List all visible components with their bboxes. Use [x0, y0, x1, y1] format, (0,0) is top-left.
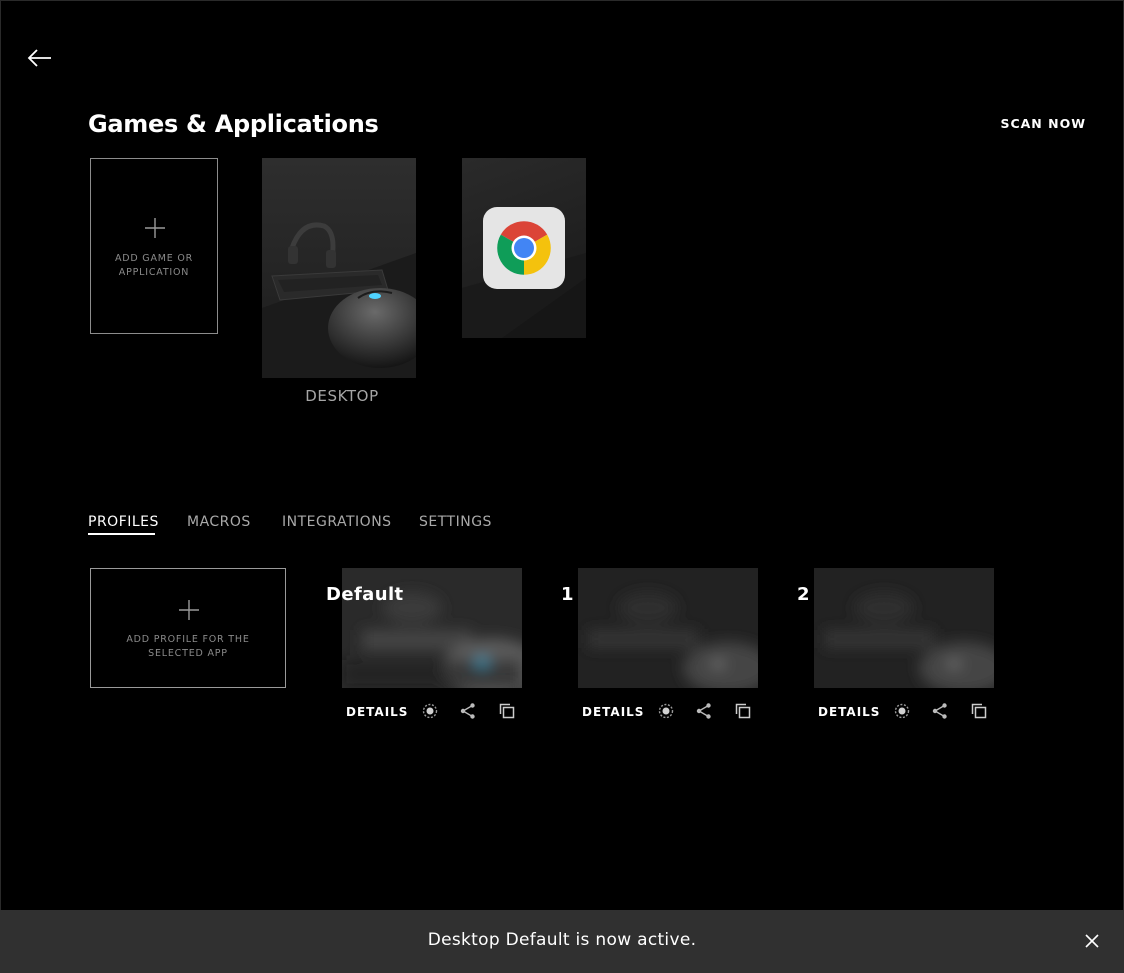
persistent-profile-button-1[interactable]: [657, 702, 675, 720]
notification-close-button[interactable]: [1082, 931, 1102, 951]
tab-profiles[interactable]: PROFILES: [88, 514, 159, 530]
persistent-profile-icon: [658, 703, 674, 719]
share-button-default[interactable]: [459, 702, 477, 720]
tab-macros[interactable]: MACROS: [187, 514, 251, 530]
add-game-button[interactable]: ADD GAME OR APPLICATION: [90, 158, 218, 334]
persistent-profile-button-2[interactable]: [893, 702, 911, 720]
share-icon: [932, 703, 947, 719]
share-button-1[interactable]: [695, 702, 713, 720]
chrome-icon: [497, 221, 551, 275]
persistent-profile-button-default[interactable]: [421, 702, 439, 720]
page-title: Games & Applications: [88, 110, 379, 138]
tab-integrations[interactable]: INTEGRATIONS: [282, 514, 392, 530]
add-profile-label: ADD PROFILE FOR THE SELECTED APP: [126, 634, 250, 659]
scan-now-button[interactable]: SCAN NOW: [1000, 116, 1086, 131]
tab-settings[interactable]: SETTINGS: [419, 514, 492, 530]
back-button[interactable]: [24, 44, 54, 72]
arrow-left-icon: [27, 49, 51, 67]
duplicate-icon: [735, 703, 751, 719]
share-icon: [696, 703, 711, 719]
profile-preview-image: [578, 568, 758, 688]
close-icon: [1085, 934, 1099, 948]
details-button-default[interactable]: DETAILS: [346, 705, 408, 719]
details-button-2[interactable]: DETAILS: [818, 705, 880, 719]
duplicate-icon: [971, 703, 987, 719]
game-tile-label-desktop: DESKTOP: [305, 387, 379, 405]
add-game-label: ADD GAME OR APPLICATION: [114, 253, 194, 278]
game-tile-desktop[interactable]: [262, 158, 416, 378]
share-button-2[interactable]: [931, 702, 949, 720]
profile-name-2: 2: [797, 584, 810, 605]
duplicate-button-default[interactable]: [498, 702, 516, 720]
duplicate-icon: [499, 703, 515, 719]
chrome-app-icon: [483, 207, 565, 289]
plus-icon: [145, 218, 165, 238]
notification-message: Desktop Default is now active.: [427, 930, 697, 950]
profile-name-1: 1: [561, 584, 574, 605]
details-button-1[interactable]: DETAILS: [582, 705, 644, 719]
active-tab-indicator: [88, 533, 155, 535]
persistent-profile-icon: [422, 703, 438, 719]
profile-name-default: Default: [326, 584, 404, 605]
duplicate-button-2[interactable]: [970, 702, 988, 720]
profile-preview-image: [814, 568, 994, 688]
plus-icon: [179, 600, 199, 620]
profile-thumbnail-2[interactable]: [814, 568, 994, 688]
profile-thumbnail-1[interactable]: [578, 568, 758, 688]
persistent-profile-icon: [894, 703, 910, 719]
game-tile-chrome[interactable]: [462, 158, 586, 338]
share-icon: [460, 703, 475, 719]
desktop-photo-image: [262, 158, 416, 378]
duplicate-button-1[interactable]: [734, 702, 752, 720]
add-profile-button[interactable]: ADD PROFILE FOR THE SELECTED APP: [90, 568, 286, 688]
